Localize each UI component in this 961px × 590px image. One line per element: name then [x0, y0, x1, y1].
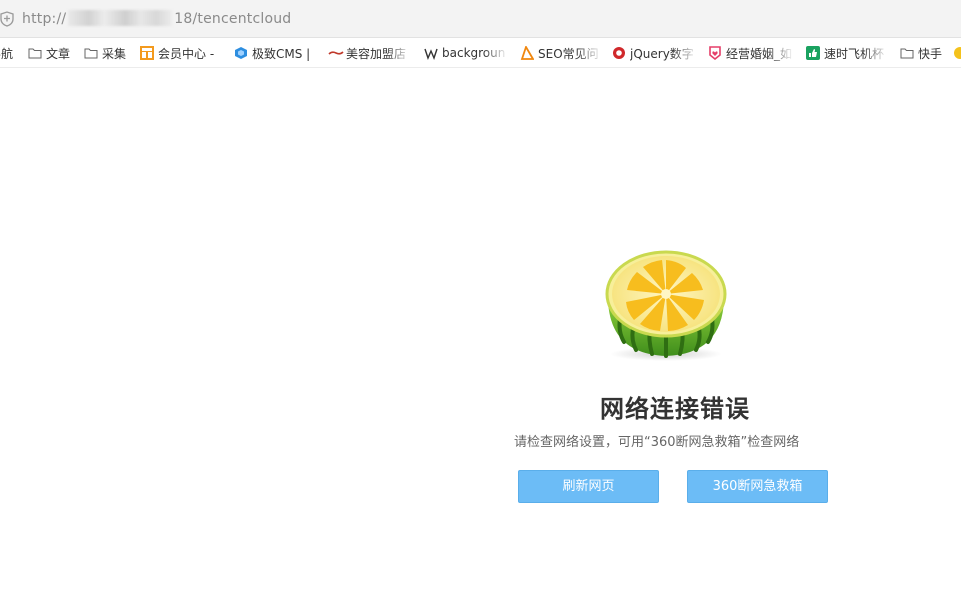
- bookmark-articles[interactable]: 文章: [28, 44, 70, 62]
- error-title: 网络连接错误: [600, 395, 750, 423]
- bookmark-label: SEO常见问: [538, 46, 599, 61]
- star-icon: [953, 46, 961, 60]
- folder-icon: [900, 46, 914, 60]
- refresh-page-button[interactable]: 刷新网页: [518, 470, 659, 503]
- green-thumb-icon: [806, 46, 820, 60]
- bookmark-member-center[interactable]: 会员中心 -: [140, 44, 214, 62]
- pink-heart-icon: [708, 46, 722, 61]
- bookmark-label: 会员中心 -: [158, 46, 215, 61]
- bookmark-label: 文章: [46, 46, 71, 61]
- url-text[interactable]: http:// 18/tencentcloud: [22, 10, 291, 27]
- folder-icon: [28, 46, 42, 60]
- bookmark-jquery[interactable]: jQuery数字: [612, 44, 698, 62]
- bookmark-label: jQuery数字: [630, 46, 694, 61]
- red-logo-icon: [328, 46, 344, 60]
- bookmark-nav[interactable]: 导航: [0, 44, 13, 62]
- address-bar[interactable]: http:// 18/tencentcloud: [0, 0, 961, 38]
- bookmark-collect[interactable]: 采集: [84, 44, 126, 62]
- bookmark-suchi[interactable]: 速时飞机杯: [806, 44, 888, 62]
- bookmark-seo[interactable]: SEO常见问: [520, 44, 602, 62]
- bookmark-beauty[interactable]: 美容加盟店: [328, 44, 412, 62]
- watermelon-lemon-icon: [596, 242, 736, 362]
- bookmark-background[interactable]: backgroun: [424, 44, 508, 62]
- bookmark-kuaishou[interactable]: 快手: [900, 44, 942, 62]
- bookmark-label: 经营婚姻_如: [726, 46, 793, 61]
- bookmark-label: 导航: [0, 46, 14, 61]
- w3-icon: [424, 46, 438, 60]
- bookmark-label: 采集: [102, 46, 127, 61]
- bookmark-jizhi-cms[interactable]: 极致CMS |: [234, 44, 310, 62]
- red-circle-icon: [612, 46, 626, 60]
- bookmark-label: 极致CMS |: [252, 46, 311, 61]
- url-redacted: [68, 10, 173, 26]
- orange-grid-icon: [140, 46, 154, 60]
- shield-icon: [0, 11, 14, 27]
- bookmark-overflow[interactable]: [953, 44, 961, 62]
- error-description: 请检查网络设置，可用“360断网急救箱”检查网络: [514, 435, 800, 450]
- bookmark-label: backgroun: [442, 46, 506, 60]
- url-prefix: http://: [22, 11, 67, 27]
- url-suffix: 18/tencentcloud: [174, 11, 292, 27]
- folder-icon: [84, 46, 98, 60]
- bookmark-marriage[interactable]: 经营婚姻_如: [708, 44, 794, 62]
- bookmark-label: 速时飞机杯: [824, 46, 885, 61]
- orange-triangle-icon: [520, 44, 535, 60]
- blue-cube-icon: [234, 46, 248, 60]
- bookmark-label: 快手: [918, 46, 943, 61]
- bookmarks-bar: 导航 文章 采集 会员中心 - 极致CMS | 美容加盟店 ba: [0, 38, 961, 68]
- network-rescue-button[interactable]: 360断网急救箱: [687, 470, 828, 503]
- bookmark-label: 美容加盟店: [346, 46, 407, 61]
